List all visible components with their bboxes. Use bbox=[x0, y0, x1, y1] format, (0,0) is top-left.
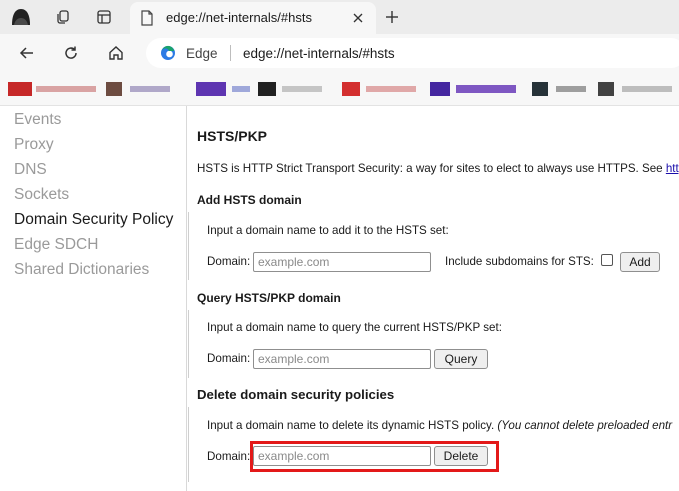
delete-policies-heading: Delete domain security policies bbox=[197, 387, 395, 402]
favorite-item[interactable] bbox=[598, 82, 614, 96]
add-hsts-hint: Input a domain name to add it to the HST… bbox=[207, 224, 449, 237]
tab-strip: edge://net-internals/#hsts bbox=[0, 0, 679, 34]
sidebar: Events Proxy DNS Sockets Domain Security… bbox=[0, 106, 187, 491]
favorite-item[interactable] bbox=[366, 86, 416, 92]
favorite-item[interactable] bbox=[106, 82, 122, 96]
tab-title: edge://net-internals/#hsts bbox=[166, 10, 312, 25]
include-subdomains-label: Include subdomains for STS: bbox=[445, 255, 594, 268]
edge-logo-icon bbox=[160, 45, 176, 66]
hsts-description: HSTS is HTTP Strict Transport Security: … bbox=[197, 162, 679, 175]
address-separator bbox=[230, 45, 231, 61]
favorite-item[interactable] bbox=[282, 86, 322, 92]
favorite-item[interactable] bbox=[430, 82, 450, 96]
favorite-item[interactable] bbox=[456, 85, 516, 93]
description-link[interactable]: http bbox=[666, 162, 679, 175]
delete-hint-note: (You cannot delete preloaded entr bbox=[497, 419, 673, 432]
query-hsts-heading: Query HSTS/PKP domain bbox=[197, 291, 341, 305]
sidebar-item-domain-security-policy[interactable]: Domain Security Policy bbox=[14, 211, 173, 229]
favorite-item[interactable] bbox=[196, 82, 226, 96]
page-title: HSTS/PKP bbox=[197, 128, 268, 144]
new-tab-button[interactable] bbox=[380, 5, 404, 29]
address-bar[interactable]: Edge edge://net-internals/#hsts bbox=[146, 38, 679, 68]
add-hsts-panel: Input a domain name to add it to the HST… bbox=[188, 212, 679, 280]
toolbar: Edge edge://net-internals/#hsts bbox=[0, 34, 679, 72]
add-domain-label: Domain: bbox=[207, 255, 251, 268]
favorite-item[interactable] bbox=[232, 86, 250, 92]
tab-actions-icon[interactable] bbox=[91, 5, 117, 29]
sidebar-item-proxy[interactable]: Proxy bbox=[14, 136, 54, 154]
profile-avatar[interactable] bbox=[8, 5, 34, 29]
highlight-box bbox=[250, 441, 499, 472]
delete-domain-label: Domain: bbox=[207, 450, 251, 463]
close-tab-icon[interactable] bbox=[348, 8, 368, 28]
query-hsts-hint: Input a domain name to query the current… bbox=[207, 321, 502, 334]
favorite-item[interactable] bbox=[36, 86, 96, 92]
description-text: HSTS is HTTP Strict Transport Security: … bbox=[197, 162, 666, 175]
main-content: HSTS/PKP HSTS is HTTP Strict Transport S… bbox=[188, 106, 679, 491]
site-label: Edge bbox=[186, 46, 218, 61]
query-hsts-panel: Input a domain name to query the current… bbox=[188, 310, 679, 378]
add-domain-input[interactable] bbox=[253, 252, 431, 272]
favorite-item[interactable] bbox=[556, 86, 586, 92]
query-domain-label: Domain: bbox=[207, 352, 251, 365]
delete-policies-hint: Input a domain name to delete its dynami… bbox=[207, 419, 672, 432]
sidebar-item-sockets[interactable]: Sockets bbox=[14, 186, 69, 204]
favorites-bar bbox=[0, 72, 679, 106]
add-button[interactable]: Add bbox=[620, 252, 660, 272]
include-subdomains-checkbox[interactable] bbox=[601, 254, 613, 266]
add-hsts-heading: Add HSTS domain bbox=[197, 193, 302, 207]
favorite-item[interactable] bbox=[532, 82, 548, 96]
workspaces-icon[interactable] bbox=[50, 5, 76, 29]
home-button[interactable] bbox=[103, 40, 129, 66]
favorite-item[interactable] bbox=[342, 82, 360, 96]
sidebar-item-shared-dictionaries[interactable]: Shared Dictionaries bbox=[14, 261, 149, 279]
query-button[interactable]: Query bbox=[434, 349, 488, 369]
tab-active[interactable]: edge://net-internals/#hsts bbox=[130, 2, 376, 34]
favorite-item[interactable] bbox=[130, 86, 170, 92]
sidebar-item-events[interactable]: Events bbox=[14, 111, 61, 129]
page-icon bbox=[140, 10, 154, 31]
delete-hint-text: Input a domain name to delete its dynami… bbox=[207, 419, 498, 432]
sidebar-item-edge-sdch[interactable]: Edge SDCH bbox=[14, 236, 98, 254]
favorite-item[interactable] bbox=[258, 82, 276, 96]
favorite-item[interactable] bbox=[8, 82, 32, 96]
sidebar-item-dns[interactable]: DNS bbox=[14, 161, 47, 179]
url-text[interactable]: edge://net-internals/#hsts bbox=[243, 46, 395, 61]
refresh-button[interactable] bbox=[58, 40, 84, 66]
favorite-item[interactable] bbox=[622, 86, 672, 92]
query-domain-input[interactable] bbox=[253, 349, 431, 369]
back-button[interactable] bbox=[14, 40, 40, 66]
